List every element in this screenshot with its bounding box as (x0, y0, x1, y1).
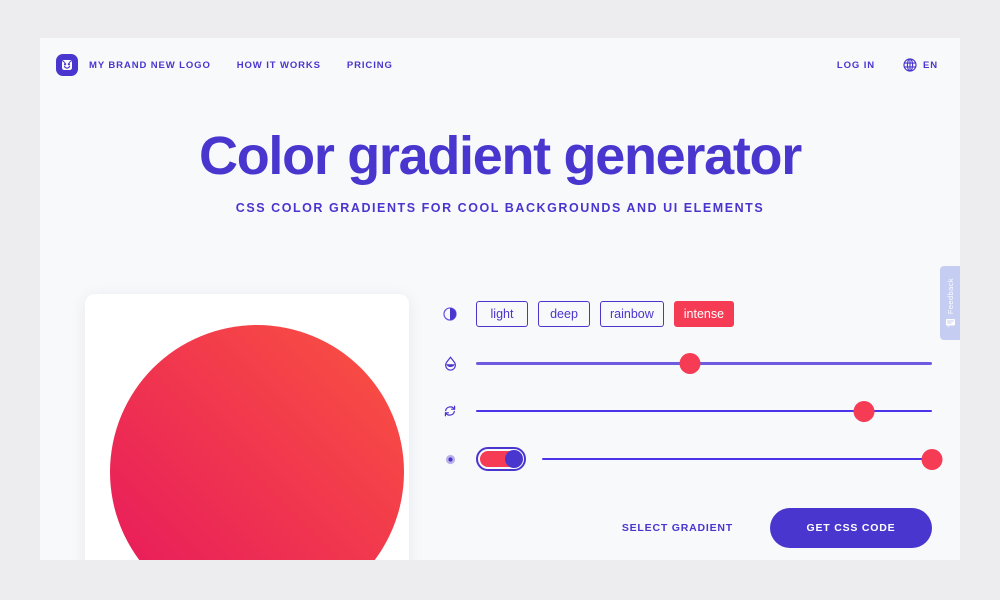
controls-panel: light deep rainbow intense (442, 300, 943, 473)
preset-row: light deep rainbow intense (442, 300, 932, 328)
nav-right-group: LOG IN EN (837, 58, 938, 72)
nav-link-how-it-works[interactable]: HOW IT WORKS (237, 60, 321, 71)
gradient-preview-card[interactable] (85, 294, 409, 560)
slider-row-saturation (442, 349, 932, 377)
slider-rotation[interactable] (476, 398, 932, 424)
preset-button-deep[interactable]: deep (538, 301, 590, 327)
message-icon (944, 318, 956, 328)
brand-name[interactable]: MY BRAND NEW LOGO (89, 60, 211, 71)
login-link[interactable]: LOG IN (837, 60, 875, 71)
ink-drop-icon (442, 355, 458, 371)
top-navigation: MY BRAND NEW LOGO HOW IT WORKS PRICING L… (40, 38, 960, 92)
preset-button-intense[interactable]: intense (673, 301, 735, 327)
slider-opacity[interactable] (542, 446, 943, 472)
language-switcher[interactable]: EN (903, 58, 938, 72)
nav-left-group: MY BRAND NEW LOGO HOW IT WORKS PRICING (56, 54, 393, 76)
preset-button-light[interactable]: light (476, 301, 528, 327)
contrast-icon (442, 306, 458, 322)
slider-track (476, 361, 932, 365)
language-label: EN (923, 59, 938, 71)
slider-thumb[interactable] (921, 448, 943, 470)
slider-track (542, 458, 932, 460)
get-css-code-button[interactable]: GET CSS CODE (770, 508, 932, 548)
action-row: SELECT GRADIENT GET CSS CODE (442, 508, 932, 548)
opacity-dot-icon (442, 451, 458, 467)
toggle-row-opacity (442, 445, 943, 473)
gradient-preview-circle (110, 325, 404, 560)
select-gradient-link[interactable]: SELECT GRADIENT (622, 522, 733, 534)
slider-thumb[interactable] (853, 400, 875, 422)
nav-link-pricing[interactable]: PRICING (347, 60, 393, 71)
hero-section: Color gradient generator CSS COLOR GRADI… (40, 128, 960, 215)
slider-thumb[interactable] (679, 352, 701, 374)
rotate-icon (442, 403, 458, 419)
toggle-knob[interactable] (505, 450, 523, 468)
slider-saturation[interactable] (476, 350, 932, 376)
smiley-badge-icon[interactable] (56, 54, 78, 76)
globe-icon (903, 58, 917, 72)
page-subtitle: CSS COLOR GRADIENTS FOR COOL BACKGROUNDS… (235, 200, 765, 215)
feedback-tab[interactable]: Feedback (940, 266, 960, 340)
page-title: Color gradient generator (199, 126, 802, 186)
page-sheet: MY BRAND NEW LOGO HOW IT WORKS PRICING L… (40, 38, 960, 560)
mode-toggle[interactable] (476, 447, 526, 471)
preset-button-rainbow[interactable]: rainbow (600, 301, 664, 327)
feedback-label: Feedback (945, 277, 955, 315)
slider-row-rotation (442, 397, 932, 425)
